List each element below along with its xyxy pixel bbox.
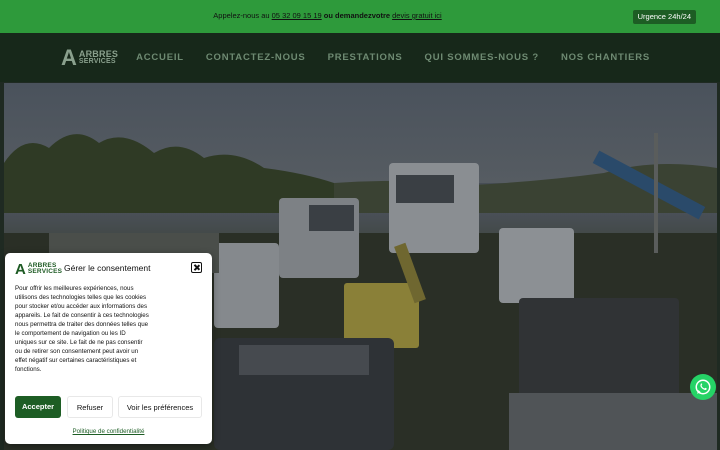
consent-logo-line2: SERVICES [27,268,63,275]
nav-prestations[interactable]: PRESTATIONS [328,52,403,63]
quote-link[interactable]: devis gratuit ici [392,11,442,20]
consent-logo-letter: A [15,260,26,278]
logo-letter: A [61,45,77,70]
trailer-right [509,393,717,450]
site-logo[interactable]: A ARBRES SERVICES [61,47,118,69]
preferences-button[interactable]: Voir les préférences [118,396,202,418]
consent-title: Gérer le consentement [64,263,151,273]
consent-logo: A ARBRES SERVICES [15,261,62,277]
truck-cab-right-window [396,175,454,203]
truck-cab-far-right [499,228,574,303]
main-nav: ACCUEIL CONTACTEZ-NOUS PRESTATIONS QUI S… [136,52,650,63]
nav-accueil[interactable]: ACCUEIL [136,52,184,63]
privacy-policy-link[interactable]: Politique de confidentialité [5,428,212,435]
pickup-truck-window [239,345,369,375]
whatsapp-button[interactable] [690,374,716,400]
topbar-middle: ou demandezvotre [321,11,393,20]
consent-dialog: A ARBRES SERVICES Gérer le consentement … [5,253,212,444]
accept-button[interactable]: Accepter [15,396,61,418]
consent-logo-words: ARBRES SERVICES [27,262,63,275]
truck-cab-front [214,243,279,328]
whatsapp-icon [695,379,711,395]
nav-contactez-nous[interactable]: CONTACTEZ-NOUS [206,52,306,63]
machine-right [519,298,679,408]
topbar-prefix: Appelez-nous au [213,11,272,20]
close-icon[interactable] [191,262,202,273]
logo-line2: SERVICES [78,58,116,65]
nav-qui-sommes-nous[interactable]: QUI SOMMES-NOUS ? [425,52,539,63]
phone-link[interactable]: 05 32 09 15 19 [272,11,322,20]
pole-right [654,133,658,253]
truck-cab-left-window [309,205,354,231]
topbar-callout: Appelez-nous au 05 32 09 15 19 ou demand… [0,11,655,20]
top-bar: Appelez-nous au 05 32 09 15 19 ou demand… [0,0,720,33]
logo-words: ARBRES SERVICES [79,50,118,66]
consent-body: Pour offrir les meilleures expériences, … [15,285,149,373]
nav-nos-chantiers[interactable]: NOS CHANTIERS [561,52,650,63]
urgence-button[interactable]: Urgence 24h/24 [632,10,696,24]
refuse-button[interactable]: Refuser [67,396,113,418]
logo-line1: ARBRES [78,49,119,59]
site-header: A ARBRES SERVICES ACCUEIL CONTACTEZ-NOUS… [0,33,720,82]
